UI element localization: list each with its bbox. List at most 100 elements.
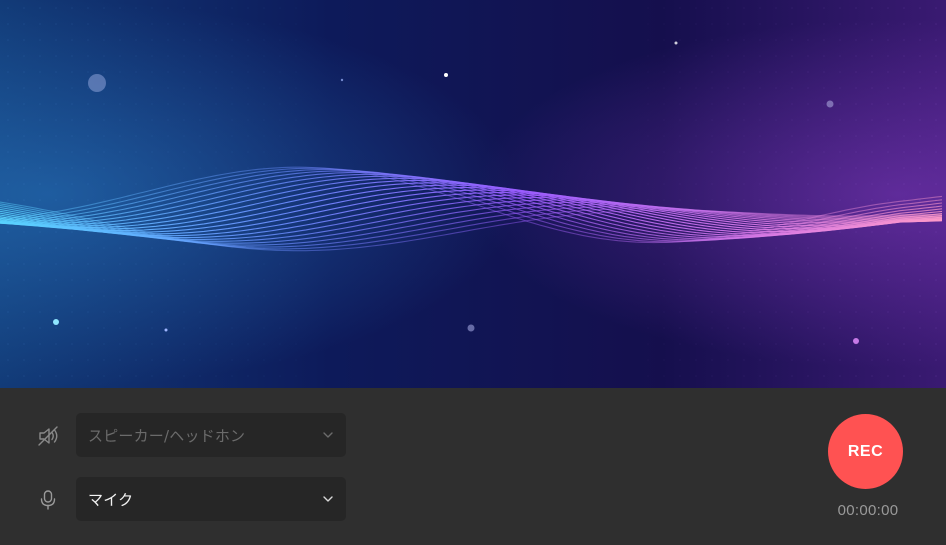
- background-dot: [151, 199, 153, 201]
- background-dot: [823, 375, 825, 377]
- background-dot: [39, 55, 41, 57]
- background-dot: [247, 119, 249, 121]
- background-dot: [295, 103, 297, 105]
- background-dot: [663, 279, 665, 281]
- background-dot: [935, 87, 937, 89]
- background-dot: [199, 135, 201, 137]
- background-dot: [87, 279, 89, 281]
- background-dot: [871, 55, 873, 57]
- background-dot: [103, 23, 105, 25]
- background-dot: [183, 375, 185, 377]
- background-dot: [135, 151, 137, 153]
- background-dot: [711, 199, 713, 201]
- background-dot: [807, 311, 809, 313]
- microphone-icon[interactable]: [37, 489, 59, 511]
- background-dot: [839, 279, 841, 281]
- background-dot: [167, 311, 169, 313]
- microphone-device-select[interactable]: マイク: [76, 477, 346, 521]
- background-dot: [711, 247, 713, 249]
- background-dot: [695, 119, 697, 121]
- background-dot: [247, 231, 249, 233]
- background-dot: [7, 263, 9, 265]
- background-dot: [727, 183, 729, 185]
- background-dot: [727, 135, 729, 137]
- background-dot: [919, 7, 921, 9]
- background-dot: [871, 39, 873, 41]
- background-dot: [55, 55, 57, 57]
- background-dot: [135, 23, 137, 25]
- background-dot: [695, 71, 697, 73]
- background-dot: [295, 55, 297, 57]
- background-dot: [71, 295, 73, 297]
- background-dot: [247, 103, 249, 105]
- background-dot: [935, 23, 937, 25]
- background-dot: [727, 327, 729, 329]
- background-dot: [807, 135, 809, 137]
- background-dot: [135, 167, 137, 169]
- background-dot: [263, 263, 265, 265]
- background-dot: [855, 311, 857, 313]
- background-dot: [695, 151, 697, 153]
- background-dot: [103, 311, 105, 313]
- background-dot: [151, 87, 153, 89]
- background-dot: [103, 7, 105, 9]
- background-dot: [919, 375, 921, 377]
- background-dot: [295, 295, 297, 297]
- background-dot: [775, 199, 777, 201]
- background-dot: [791, 39, 793, 41]
- background-dot: [759, 327, 761, 329]
- background-dot: [295, 327, 297, 329]
- background-dot: [247, 135, 249, 137]
- background-dot: [839, 71, 841, 73]
- background-dot: [215, 279, 217, 281]
- background-dot: [263, 327, 265, 329]
- speaker-device-select[interactable]: スピーカー/ヘッドホン: [76, 413, 346, 457]
- background-dot: [871, 247, 873, 249]
- speaker-muted-icon[interactable]: [37, 425, 59, 447]
- background-dot: [775, 167, 777, 169]
- background-dot: [23, 167, 25, 169]
- background-dot: [103, 55, 105, 57]
- background-dot: [279, 119, 281, 121]
- background-dot: [663, 327, 665, 329]
- background-dot: [839, 359, 841, 361]
- background-dot: [87, 119, 89, 121]
- background-dot: [119, 119, 121, 121]
- background-dot: [87, 183, 89, 185]
- background-dot: [743, 167, 745, 169]
- background-dot: [151, 183, 153, 185]
- background-dot: [871, 183, 873, 185]
- background-dot: [167, 151, 169, 153]
- background-dot: [183, 135, 185, 137]
- background-dot: [727, 279, 729, 281]
- record-button[interactable]: REC: [828, 414, 903, 489]
- star: [340, 78, 344, 82]
- background-dot: [231, 167, 233, 169]
- background-dot: [647, 87, 649, 89]
- background-dot: [7, 183, 9, 185]
- background-dot: [39, 167, 41, 169]
- background-dot: [39, 103, 41, 105]
- background-dot: [935, 375, 937, 377]
- background-dot: [679, 247, 681, 249]
- background-dot: [743, 23, 745, 25]
- background-dot: [7, 119, 9, 121]
- background-dot: [135, 135, 137, 137]
- background-dot: [823, 343, 825, 345]
- background-dot: [919, 343, 921, 345]
- star: [826, 100, 834, 108]
- background-dot: [23, 295, 25, 297]
- background-dot: [711, 151, 713, 153]
- background-dot: [759, 311, 761, 313]
- background-dot: [231, 7, 233, 9]
- background-dot: [87, 199, 89, 201]
- background-dot: [887, 119, 889, 121]
- background-dot: [647, 23, 649, 25]
- background-dot: [39, 343, 41, 345]
- background-dot: [71, 7, 73, 9]
- background-dot: [183, 247, 185, 249]
- background-dot: [71, 55, 73, 57]
- background-dot: [39, 359, 41, 361]
- background-dot: [167, 263, 169, 265]
- background-dot: [103, 327, 105, 329]
